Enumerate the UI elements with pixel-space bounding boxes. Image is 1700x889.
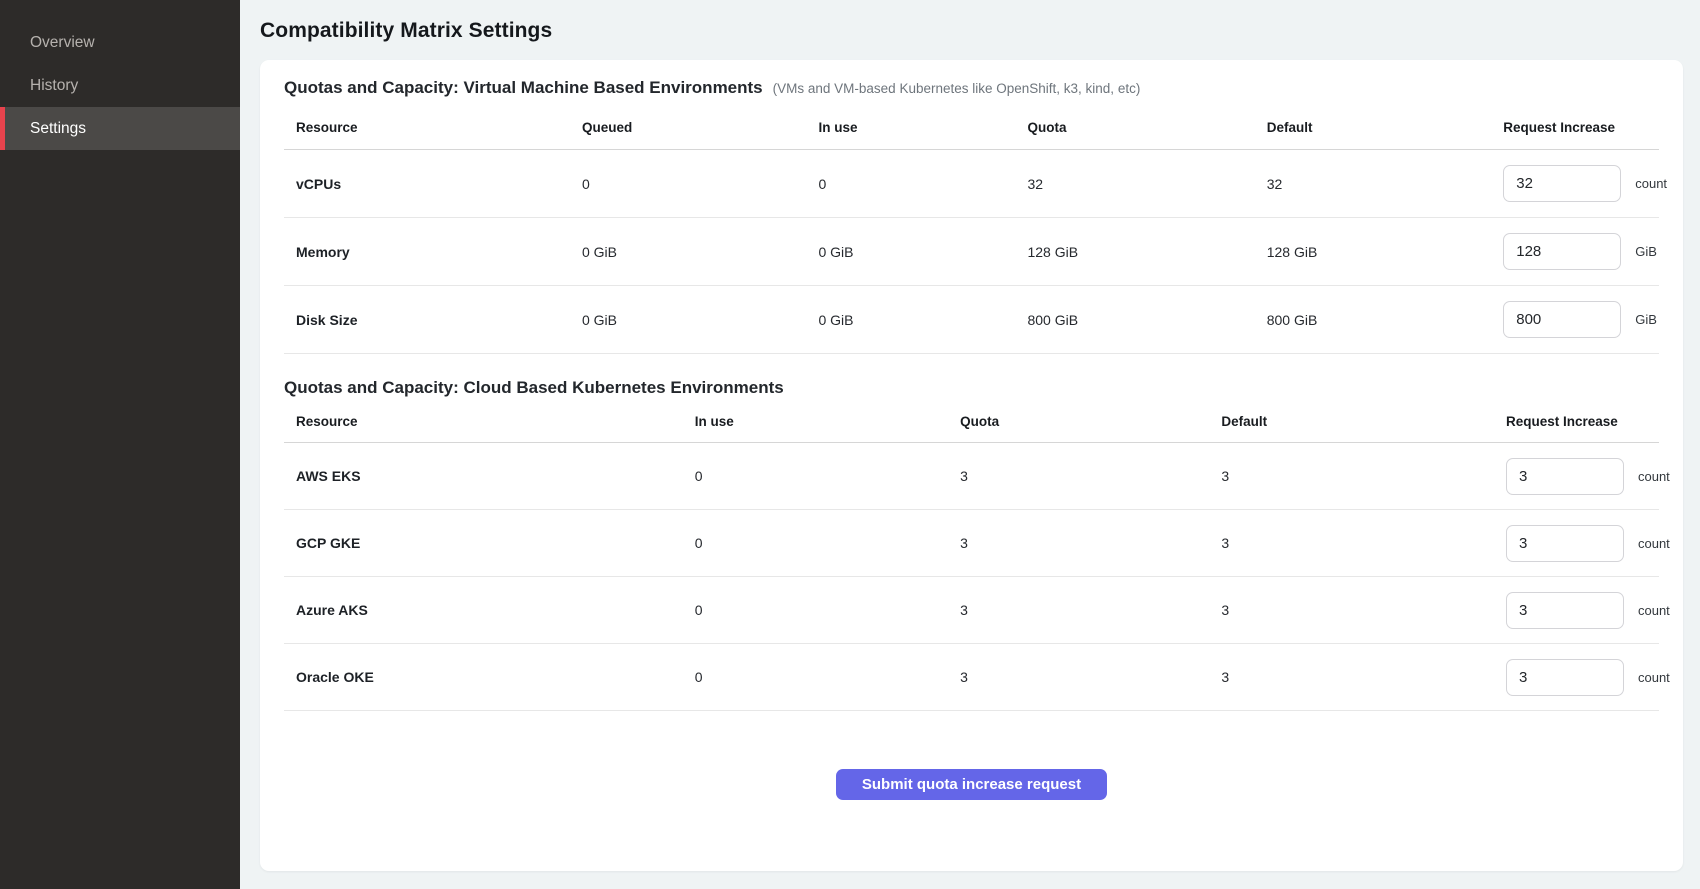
table-header-row: ResourceIn useQuotaDefaultRequest Increa… bbox=[284, 398, 1659, 443]
value-cell: 3 bbox=[1209, 644, 1494, 711]
request-increase-cell: count bbox=[1494, 510, 1659, 577]
page-title: Compatibility Matrix Settings bbox=[260, 18, 1683, 44]
submit-quota-button[interactable]: Submit quota increase request bbox=[836, 769, 1107, 800]
column-header: Queued bbox=[570, 98, 807, 150]
unit-label: GiB bbox=[1635, 244, 1657, 259]
unit-label: GiB bbox=[1635, 312, 1657, 327]
column-header: Default bbox=[1209, 398, 1494, 443]
request-increase-cell: GiB bbox=[1491, 218, 1659, 286]
request-increase-input[interactable] bbox=[1506, 592, 1624, 629]
resource-cell: AWS EKS bbox=[284, 443, 683, 510]
value-cell: 3 bbox=[1209, 443, 1494, 510]
value-cell: 0 bbox=[683, 577, 948, 644]
value-cell: 800 GiB bbox=[1255, 286, 1492, 354]
value-cell: 0 bbox=[683, 644, 948, 711]
value-cell: 0 GiB bbox=[570, 286, 807, 354]
request-increase-input[interactable] bbox=[1506, 458, 1624, 495]
table-row: vCPUs003232count bbox=[284, 150, 1659, 218]
value-cell: 128 GiB bbox=[1255, 218, 1492, 286]
unit-label: count bbox=[1635, 176, 1667, 191]
value-cell: 800 GiB bbox=[1015, 286, 1254, 354]
column-header: Request Increase bbox=[1491, 98, 1659, 150]
request-increase-cell: count bbox=[1494, 577, 1659, 644]
value-cell: 0 bbox=[683, 443, 948, 510]
table-row: Azure AKS033count bbox=[284, 577, 1659, 644]
request-increase-input[interactable] bbox=[1506, 659, 1624, 696]
table-row: AWS EKS033count bbox=[284, 443, 1659, 510]
section-header: Quotas and Capacity: Virtual Machine Bas… bbox=[284, 78, 1659, 98]
sidebar-item-label: Settings bbox=[30, 120, 86, 138]
table-row: Memory0 GiB0 GiB128 GiB128 GiBGiB bbox=[284, 218, 1659, 286]
column-header: Default bbox=[1255, 98, 1492, 150]
sidebar-item-history[interactable]: History bbox=[0, 64, 240, 107]
request-increase-cell: count bbox=[1491, 150, 1659, 218]
unit-label: count bbox=[1638, 603, 1670, 618]
resource-cell: Oracle OKE bbox=[284, 644, 683, 711]
column-header: In use bbox=[683, 398, 948, 443]
sidebar-item-settings[interactable]: Settings bbox=[0, 107, 240, 150]
table-row: Oracle OKE033count bbox=[284, 644, 1659, 711]
vm-quota-table: ResourceQueuedIn useQuotaDefaultRequest … bbox=[284, 98, 1659, 354]
column-header: Resource bbox=[284, 98, 570, 150]
sidebar-item-label: Overview bbox=[30, 34, 95, 52]
request-increase-input[interactable] bbox=[1506, 525, 1624, 562]
column-header: Quota bbox=[948, 398, 1209, 443]
sidebar-item-label: History bbox=[30, 77, 78, 95]
value-cell: 3 bbox=[948, 443, 1209, 510]
submit-row: Submit quota increase request bbox=[284, 769, 1659, 800]
value-cell: 128 GiB bbox=[1015, 218, 1254, 286]
request-increase-input[interactable] bbox=[1503, 233, 1621, 270]
settings-card: Quotas and Capacity: Virtual Machine Bas… bbox=[260, 60, 1683, 871]
section-header: Quotas and Capacity: Cloud Based Kuberne… bbox=[284, 378, 1659, 398]
value-cell: 32 bbox=[1015, 150, 1254, 218]
request-increase-cell: count bbox=[1494, 443, 1659, 510]
value-cell: 3 bbox=[948, 577, 1209, 644]
column-header: In use bbox=[806, 98, 1015, 150]
resource-cell: vCPUs bbox=[284, 150, 570, 218]
section-subtitle: (VMs and VM-based Kubernetes like OpenSh… bbox=[773, 81, 1141, 96]
unit-label: count bbox=[1638, 670, 1670, 685]
request-increase-input[interactable] bbox=[1503, 301, 1621, 338]
resource-cell: Memory bbox=[284, 218, 570, 286]
unit-label: count bbox=[1638, 536, 1670, 551]
value-cell: 3 bbox=[1209, 577, 1494, 644]
request-increase-cell: GiB bbox=[1491, 286, 1659, 354]
value-cell: 0 GiB bbox=[570, 218, 807, 286]
resource-cell: Azure AKS bbox=[284, 577, 683, 644]
column-header: Quota bbox=[1015, 98, 1254, 150]
section-title: Quotas and Capacity: Virtual Machine Bas… bbox=[284, 78, 763, 98]
value-cell: 3 bbox=[948, 644, 1209, 711]
table-row: Disk Size0 GiB0 GiB800 GiB800 GiBGiB bbox=[284, 286, 1659, 354]
value-cell: 0 GiB bbox=[806, 218, 1015, 286]
value-cell: 0 bbox=[806, 150, 1015, 218]
column-header: Request Increase bbox=[1494, 398, 1659, 443]
table-row: GCP GKE033count bbox=[284, 510, 1659, 577]
request-increase-input[interactable] bbox=[1503, 165, 1621, 202]
main-content: Compatibility Matrix Settings Quotas and… bbox=[240, 0, 1700, 889]
table-header-row: ResourceQueuedIn useQuotaDefaultRequest … bbox=[284, 98, 1659, 150]
value-cell: 3 bbox=[948, 510, 1209, 577]
value-cell: 0 bbox=[570, 150, 807, 218]
section-vm-environments: Quotas and Capacity: Virtual Machine Bas… bbox=[284, 78, 1659, 354]
resource-cell: Disk Size bbox=[284, 286, 570, 354]
sidebar: Overview History Settings bbox=[0, 0, 240, 889]
value-cell: 0 GiB bbox=[806, 286, 1015, 354]
value-cell: 0 bbox=[683, 510, 948, 577]
unit-label: count bbox=[1638, 469, 1670, 484]
section-title: Quotas and Capacity: Cloud Based Kuberne… bbox=[284, 378, 784, 398]
sidebar-item-overview[interactable]: Overview bbox=[0, 21, 240, 64]
column-header: Resource bbox=[284, 398, 683, 443]
section-cloud-k8s: Quotas and Capacity: Cloud Based Kuberne… bbox=[284, 378, 1659, 711]
request-increase-cell: count bbox=[1494, 644, 1659, 711]
value-cell: 32 bbox=[1255, 150, 1492, 218]
cloud-k8s-quota-table: ResourceIn useQuotaDefaultRequest Increa… bbox=[284, 398, 1659, 711]
resource-cell: GCP GKE bbox=[284, 510, 683, 577]
value-cell: 3 bbox=[1209, 510, 1494, 577]
